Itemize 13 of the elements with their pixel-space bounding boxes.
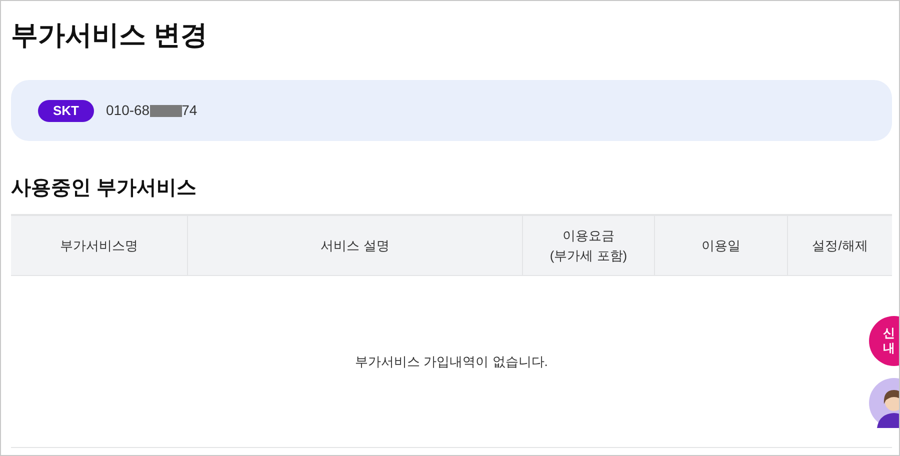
phone-number: 74 [182, 101, 198, 120]
page-title: 부가서비스 변경 [11, 19, 208, 52]
empty-message: 부가서비스 가입내역이 없습니다. [355, 352, 548, 371]
carrier-badge: SKT [38, 100, 94, 122]
section-title: 사용중인 부가서비스 [11, 176, 197, 201]
phone-number: 010-68 [106, 101, 150, 120]
column-header: 설정/해제 [787, 216, 892, 275]
column-header: 이용요금 (부가세 포함) [522, 216, 654, 275]
column-header: 부가서비스명 [59, 236, 139, 254]
history-button[interactable]: 신 내 [869, 316, 899, 366]
redaction-mask [150, 104, 182, 116]
column-header: 서비스 설명 [187, 216, 522, 275]
column-header: 이용일 [654, 216, 787, 275]
